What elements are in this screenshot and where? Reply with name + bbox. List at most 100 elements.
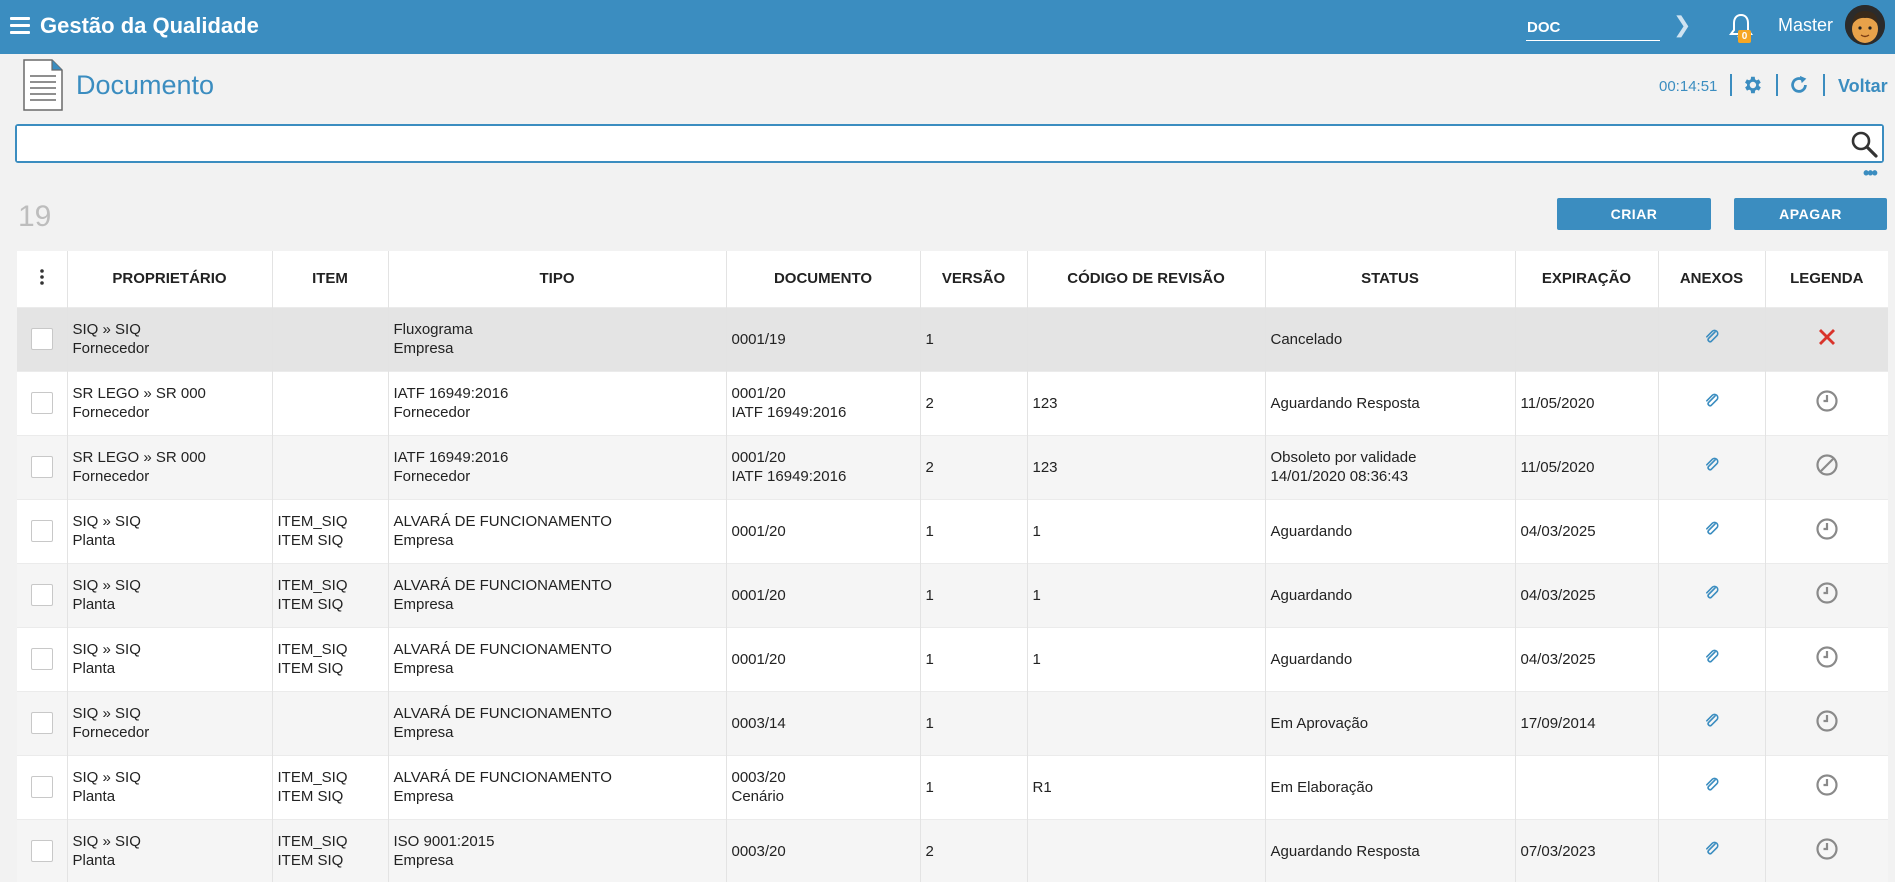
legend-cell xyxy=(1765,626,1888,691)
owner-cell: SIQ » SIQ Planta xyxy=(67,562,273,627)
owner-cell: SR LEGO » SR 000 Fornecedor xyxy=(67,434,273,499)
owner-type: Fornecedor xyxy=(72,468,150,485)
row-checkbox[interactable] xyxy=(30,328,53,350)
row-select-cell xyxy=(17,306,68,371)
documents-table: PROPRIETÁRIO ITEM TIPO DOCUMENTO VERSÃO … xyxy=(17,251,1888,882)
vertical-dots-icon[interactable] xyxy=(39,268,45,285)
search-icon[interactable] xyxy=(1850,130,1878,158)
revision-code-cell: 1 xyxy=(1027,626,1266,691)
more-options-icon[interactable]: ••• xyxy=(1863,164,1878,182)
column-header[interactable]: TIPO xyxy=(388,251,727,307)
row-checkbox[interactable] xyxy=(30,520,53,542)
type-scope: Empresa xyxy=(393,532,454,549)
item-cell: ITEM_SIQ ITEM SIQ xyxy=(272,754,389,819)
attachments-cell xyxy=(1658,626,1766,691)
clock-icon xyxy=(1815,517,1839,546)
type-cell: IATF 16949:2016 Fornecedor xyxy=(388,434,727,499)
back-link[interactable]: Voltar xyxy=(1838,76,1888,97)
type-name: IATF 16949:2016 xyxy=(393,385,509,402)
attachments-cell xyxy=(1658,306,1766,371)
table-row[interactable]: SIQ » SIQ Planta ITEM_SIQ ITEM SIQ ALVARÁ DE… xyxy=(17,754,1888,819)
paperclip-icon[interactable] xyxy=(1704,713,1720,734)
row-checkbox[interactable] xyxy=(30,584,53,606)
divider xyxy=(1730,74,1732,96)
column-header[interactable]: STATUS xyxy=(1265,251,1516,307)
owner-type: Planta xyxy=(72,660,116,677)
table-row[interactable]: SIQ » SIQ Planta ITEM_SIQ ITEM SIQ ALVARÁ DE… xyxy=(17,626,1888,691)
paperclip-icon[interactable] xyxy=(1704,393,1720,414)
attachments-cell xyxy=(1658,754,1766,819)
table-row[interactable]: SIQ » SIQ Fornecedor Fluxograma Empresa 0001… xyxy=(17,306,1888,371)
column-header[interactable]: ANEXOS xyxy=(1658,251,1766,307)
column-header[interactable]: EXPIRAÇÃO xyxy=(1515,251,1659,307)
row-checkbox[interactable] xyxy=(30,840,53,863)
document-cell: 0001/20 IATF 16949:2016 xyxy=(726,370,921,435)
status-detail: 14/01/2020 08:36:43 xyxy=(1270,468,1409,485)
status-cell: Aguardando xyxy=(1265,562,1516,627)
column-menu[interactable] xyxy=(17,251,68,307)
column-header[interactable]: DOCUMENTO xyxy=(726,251,921,307)
table-row[interactable]: SR LEGO » SR 000 Fornecedor IATF 16949:201… xyxy=(17,370,1888,435)
user-name[interactable]: Master xyxy=(1778,15,1833,36)
status-cell: Aguardando xyxy=(1265,498,1516,563)
owner-name: SR LEGO » SR 000 xyxy=(72,449,206,466)
legend-cell xyxy=(1765,562,1888,627)
version-cell: 2 xyxy=(920,434,1028,499)
column-header[interactable]: LEGENDA xyxy=(1765,251,1888,307)
type-cell: ALVARÁ DE FUNCIONAMENTO Empresa xyxy=(388,626,727,691)
document-number: 0001/20 xyxy=(731,449,786,466)
paperclip-icon[interactable] xyxy=(1704,777,1720,798)
refresh-icon[interactable] xyxy=(1788,74,1810,96)
status-text: Em Elaboração xyxy=(1270,778,1374,796)
paperclip-icon[interactable] xyxy=(1704,521,1720,542)
chevron-right-icon[interactable]: ❯ xyxy=(1673,13,1691,38)
document-cell: 0001/20 xyxy=(726,562,921,627)
document-cell: 0001/20 xyxy=(726,626,921,691)
row-checkbox[interactable] xyxy=(30,648,53,670)
row-checkbox[interactable] xyxy=(30,712,53,734)
column-header[interactable]: PROPRIETÁRIO xyxy=(67,251,273,307)
owner-type: Planta xyxy=(72,596,116,613)
type-scope: Empresa xyxy=(393,724,454,741)
menu-icon[interactable] xyxy=(10,17,30,35)
item-cell: ITEM_SIQ ITEM SIQ xyxy=(272,818,389,882)
paperclip-icon[interactable] xyxy=(1704,585,1720,606)
create-button[interactable]: CRIAR xyxy=(1557,198,1711,230)
owner-type: Fornecedor xyxy=(72,724,150,741)
owner-name: SIQ » SIQ xyxy=(72,641,141,658)
paperclip-icon[interactable] xyxy=(1704,649,1720,670)
table-row[interactable]: SIQ » SIQ Planta ITEM_SIQ ITEM SIQ ALVARÁ DE… xyxy=(17,562,1888,627)
table-row[interactable]: SIQ » SIQ Planta ITEM_SIQ ITEM SIQ ISO 9001:… xyxy=(17,818,1888,882)
row-checkbox[interactable] xyxy=(30,776,53,798)
divider xyxy=(1776,74,1778,96)
column-header[interactable]: VERSÃO xyxy=(920,251,1028,307)
quick-access-input[interactable] xyxy=(1526,14,1660,41)
type-name: ALVARÁ DE FUNCIONAMENTO xyxy=(393,705,612,722)
attachments-cell xyxy=(1658,562,1766,627)
paperclip-icon[interactable] xyxy=(1704,457,1720,478)
paperclip-icon[interactable] xyxy=(1704,329,1720,350)
type-name: ALVARÁ DE FUNCIONAMENTO xyxy=(393,641,612,658)
table-row[interactable]: SIQ » SIQ Fornecedor ALVARÁ DE FUNCIONAMEN… xyxy=(17,690,1888,755)
type-scope: Fornecedor xyxy=(393,468,471,485)
status-cell: Obsoleto por validade 14/01/2020 08:36:43 xyxy=(1265,434,1516,499)
expiration-cell: 11/05/2020 xyxy=(1515,370,1659,435)
item-code: ITEM_SIQ xyxy=(277,513,348,530)
version-cell: 1 xyxy=(920,306,1028,371)
row-checkbox[interactable] xyxy=(30,456,53,478)
status-cell: Cancelado xyxy=(1265,306,1516,371)
avatar[interactable] xyxy=(1845,5,1885,45)
status-cell: Em Elaboração xyxy=(1265,754,1516,819)
paperclip-icon[interactable] xyxy=(1704,841,1720,862)
document-cell: 0003/20 Cenário xyxy=(726,754,921,819)
type-name: ISO 9001:2015 xyxy=(393,833,495,851)
column-header[interactable]: CÓDIGO DE REVISÃO xyxy=(1027,251,1266,307)
delete-button[interactable]: APAGAR xyxy=(1734,198,1887,230)
column-header[interactable]: ITEM xyxy=(272,251,389,307)
row-checkbox[interactable] xyxy=(30,392,53,414)
search-input[interactable] xyxy=(17,126,1882,161)
expiration-cell: 11/05/2020 xyxy=(1515,434,1659,499)
gear-icon[interactable] xyxy=(1741,74,1763,96)
table-row[interactable]: SIQ » SIQ Planta ITEM_SIQ ITEM SIQ ALVARÁ DE… xyxy=(17,498,1888,563)
table-row[interactable]: SR LEGO » SR 000 Fornecedor IATF 16949:201… xyxy=(17,434,1888,499)
